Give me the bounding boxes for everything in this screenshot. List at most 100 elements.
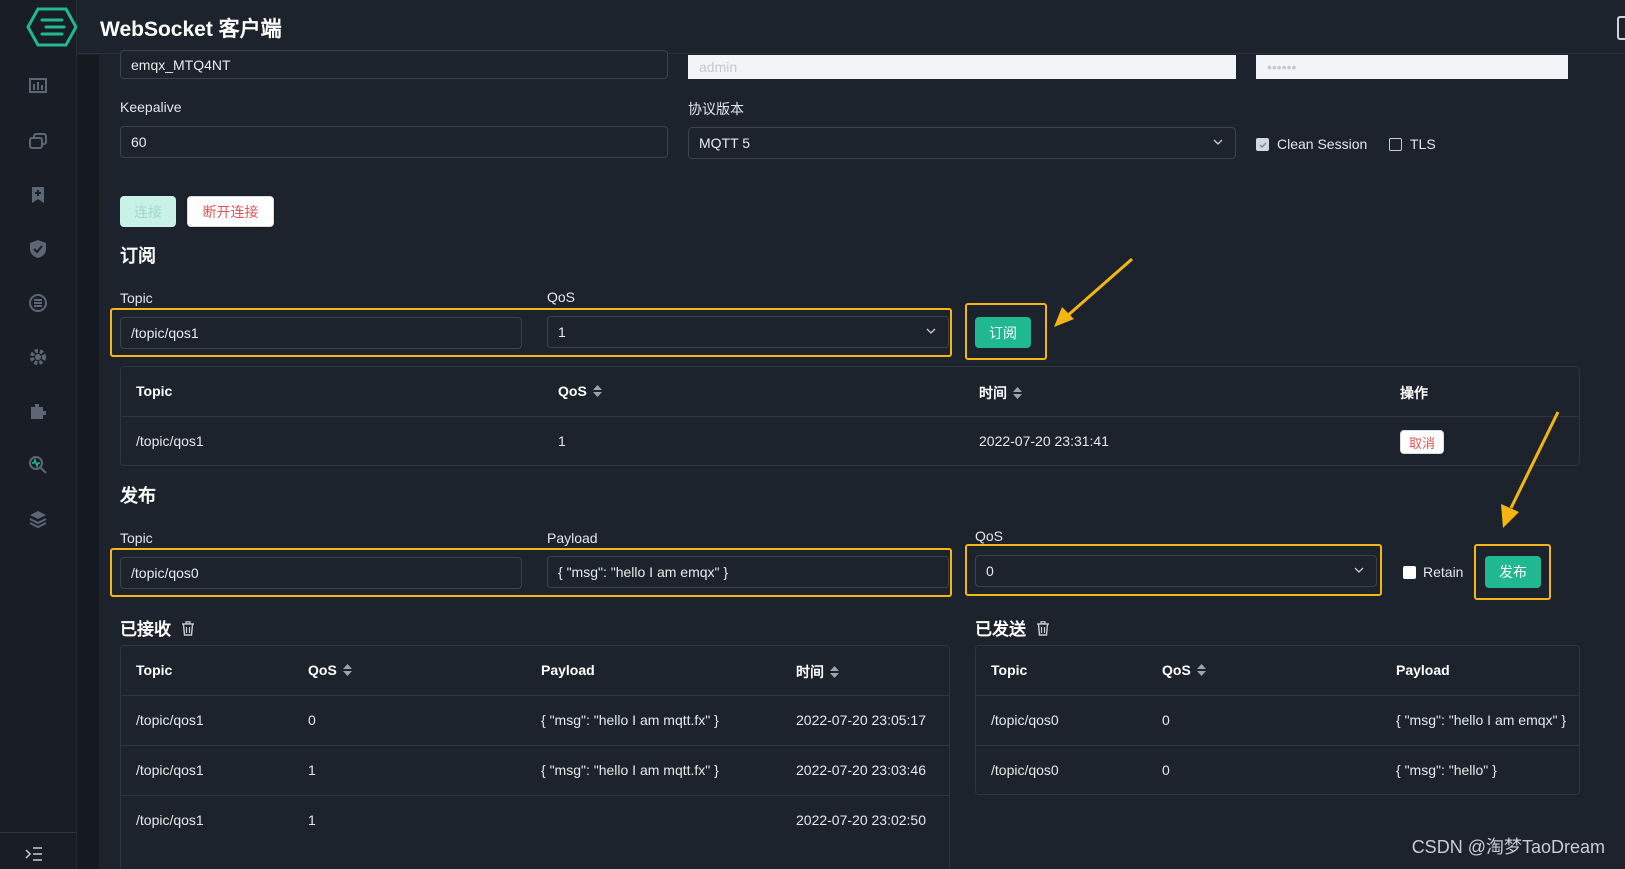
diagnose-icon[interactable] (27, 454, 49, 476)
page-title: WebSocket 客户端 (100, 18, 282, 41)
subscribe-section-title: 订阅 (120, 246, 156, 266)
table-header-time[interactable]: 时间 (979, 383, 1022, 403)
username-input[interactable]: admin (688, 55, 1236, 79)
publish-section-title: 发布 (120, 486, 156, 506)
sent-messages-table: Topic QoS Payload /topic/qos0 0 { "msg":… (975, 645, 1580, 795)
table-cell-topic: /topic/qos1 (136, 812, 204, 828)
sort-icon[interactable] (592, 385, 602, 397)
publish-topic-input[interactable]: /topic/qos0 (120, 557, 522, 589)
row-divider (121, 795, 949, 796)
table-cell-topic: /topic/qos0 (991, 712, 1059, 728)
sort-icon[interactable] (342, 664, 352, 676)
modules-icon[interactable] (27, 508, 49, 530)
publish-qos-select[interactable]: 0 (975, 555, 1377, 587)
table-cell-time: 2022-07-20 23:03:46 (796, 762, 926, 778)
table-header-time[interactable]: 时间 (796, 662, 839, 682)
subscribe-qos-select[interactable]: 1 (547, 316, 949, 348)
subscribe-qos-value: 1 (558, 324, 566, 340)
trash-icon[interactable] (1036, 621, 1050, 636)
emqx-logo-icon (26, 7, 78, 47)
sidebar-divider (0, 832, 77, 833)
publish-button[interactable]: 发布 (1485, 556, 1541, 588)
collapse-sidebar-icon[interactable] (22, 845, 44, 863)
table-cell-topic: /topic/qos1 (136, 762, 204, 778)
table-cell-qos: 0 (1162, 762, 1170, 778)
table-cell-payload: { "msg": "hello I am emqx" } (1396, 712, 1567, 728)
tls-checkbox[interactable] (1389, 138, 1402, 151)
chevron-down-icon (926, 328, 936, 334)
clients-icon[interactable] (27, 130, 49, 152)
protocol-version-select[interactable]: MQTT 5 (688, 127, 1236, 159)
username-value: admin (699, 59, 738, 75)
sort-icon[interactable] (1013, 387, 1022, 399)
table-cell-topic: /topic/qos0 (991, 762, 1059, 778)
table-cell-time: 2022-07-20 23:31:41 (979, 433, 1109, 449)
subscribe-topic-label: Topic (120, 290, 153, 306)
dashboard-icon[interactable] (27, 75, 49, 97)
content-left-strip (77, 55, 99, 869)
protocol-version-value: MQTT 5 (699, 135, 751, 151)
annotation-arrow-publish (1501, 411, 1560, 528)
subscribe-topic-value: /topic/qos1 (131, 325, 199, 341)
plugins-icon[interactable] (27, 400, 49, 422)
table-cell-payload: { "msg": "hello I am mqtt.fx" } (541, 712, 719, 728)
keepalive-value: 60 (131, 134, 147, 150)
publish-topic-label: Topic (120, 530, 153, 546)
password-input[interactable]: •••••• (1256, 55, 1568, 79)
unsubscribe-button[interactable]: 取消 (1400, 430, 1444, 454)
trash-icon[interactable] (181, 621, 195, 636)
disconnect-button[interactable]: 断开连接 (187, 196, 274, 227)
rules-icon[interactable] (27, 292, 49, 314)
publish-payload-input[interactable]: { "msg": "hello I am emqx" } (547, 556, 949, 588)
header-edge-button[interactable] (1617, 16, 1625, 40)
client-id-value: emqx_MTQ4NT (131, 56, 231, 73)
connect-button[interactable]: 连接 (120, 196, 176, 227)
subscriptions-table: Topic QoS 时间 操作 /topic/qos1 1 2022-07-20… (120, 366, 1580, 466)
table-cell-qos: 0 (1162, 712, 1170, 728)
table-header-topic: Topic (991, 662, 1028, 678)
publish-qos-value: 0 (986, 563, 994, 579)
publish-qos-label: QoS (975, 528, 1004, 544)
top-header: WebSocket 客户端 (77, 0, 1625, 54)
row-divider (121, 695, 949, 696)
annotation-arrow-subscribe (1054, 257, 1133, 327)
table-header-qos[interactable]: QoS (1162, 662, 1206, 678)
table-cell-qos: 1 (558, 433, 566, 449)
subscribe-qos-label: QoS (547, 289, 576, 305)
publish-topic-value: /topic/qos0 (131, 565, 199, 581)
subscribe-button[interactable]: 订阅 (975, 317, 1031, 348)
clean-session-label: Clean Session (1277, 136, 1368, 152)
table-cell-qos: 1 (308, 812, 316, 828)
keepalive-label: Keepalive (120, 99, 182, 115)
sidebar (0, 0, 78, 869)
sort-icon[interactable] (1196, 664, 1206, 676)
clean-session-checkbox[interactable] (1256, 138, 1269, 151)
table-header-qos[interactable]: QoS (308, 662, 352, 678)
tls-label: TLS (1410, 136, 1436, 152)
row-divider (976, 745, 1579, 746)
client-id-input[interactable]: emqx_MTQ4NT (120, 50, 668, 79)
password-value: •••••• (1267, 59, 1297, 75)
sent-section-title: 已发送 (975, 615, 1050, 640)
watermark: CSDN @淘梦TaoDream (1411, 837, 1605, 857)
row-divider (976, 695, 1579, 696)
sort-icon[interactable] (830, 666, 839, 678)
security-icon[interactable] (27, 238, 49, 260)
keepalive-input[interactable]: 60 (120, 126, 668, 158)
retain-checkbox[interactable] (1403, 566, 1416, 579)
chevron-down-icon (1213, 139, 1223, 145)
checkmark-icon (1259, 142, 1267, 149)
table-cell-topic: /topic/qos1 (136, 433, 204, 449)
table-cell-qos: 0 (308, 712, 316, 728)
table-cell-time: 2022-07-20 23:02:50 (796, 812, 926, 828)
subscribe-topic-input[interactable]: /topic/qos1 (120, 317, 522, 349)
settings-icon[interactable] (27, 346, 49, 368)
subscriptions-icon[interactable] (27, 184, 49, 206)
table-header-topic: Topic (136, 383, 173, 399)
received-section-title: 已接收 (120, 615, 195, 640)
table-cell-payload: { "msg": "hello" } (1396, 762, 1497, 778)
table-header-topic: Topic (136, 662, 173, 678)
row-divider (121, 745, 949, 746)
table-header-qos[interactable]: QoS (558, 383, 602, 399)
table-cell-topic: /topic/qos1 (136, 712, 204, 728)
